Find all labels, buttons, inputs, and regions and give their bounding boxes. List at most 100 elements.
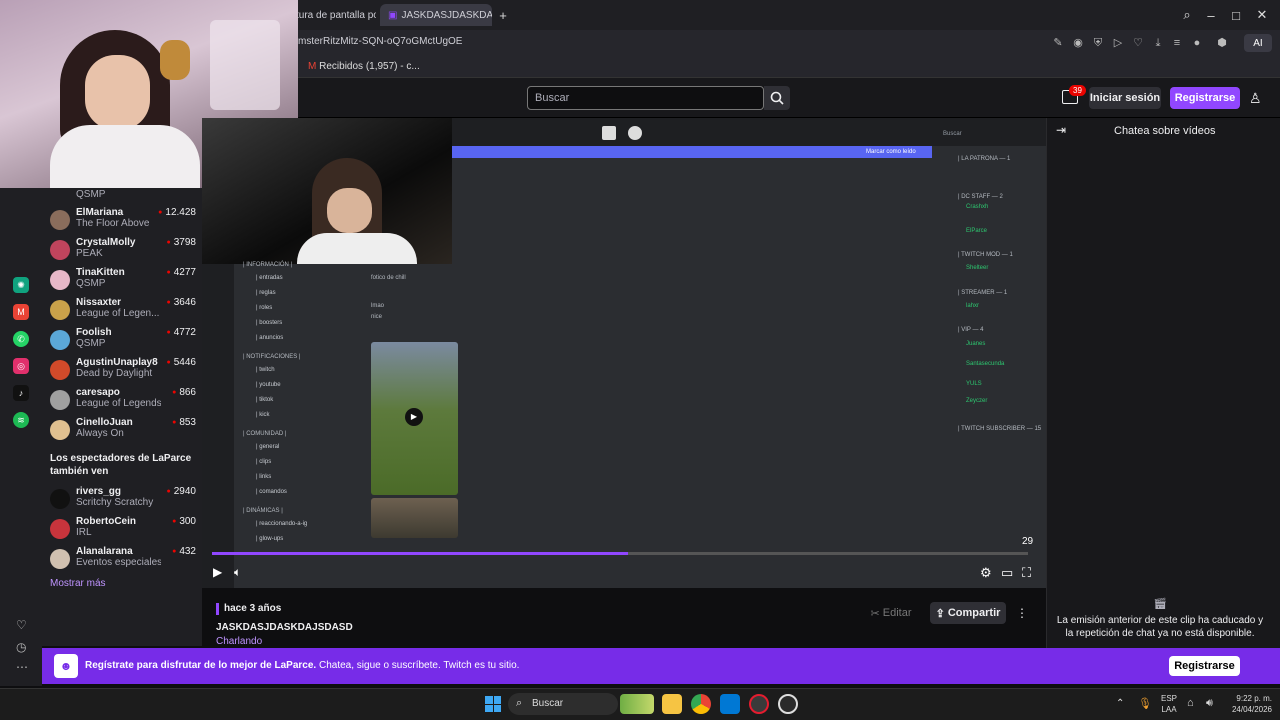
sidebar-channel[interactable]: rivers_gg Scritchy Scratchy 2940 — [50, 486, 198, 514]
taskbar-search[interactable]: Buscar — [508, 693, 618, 715]
discord-section: | COMUNIDAD | — [243, 431, 287, 437]
sidebar-channel[interactable]: TinaKitten QSMP 4277 — [50, 267, 198, 295]
avatar — [50, 210, 70, 230]
download-icon[interactable]: ⤓ — [1151, 36, 1165, 50]
discord-message: lmao — [371, 303, 385, 309]
volume-tray-icon[interactable]: 🔊︎ — [1206, 697, 1213, 710]
settings-icon[interactable]: ⚙ — [980, 565, 992, 581]
theatre-mode-icon[interactable]: ▭ — [1001, 565, 1013, 581]
discord-section: | NOTIFICACIONES | — [243, 354, 301, 360]
discord-member: | DC STAFF — 2 — [958, 194, 1003, 200]
language-indicator[interactable]: ESP LAA — [1161, 693, 1177, 715]
profile-icon[interactable]: ● — [1190, 36, 1204, 50]
play-icon[interactable]: ▷ — [1111, 36, 1125, 50]
more-icon[interactable]: ⋯ — [16, 660, 28, 674]
minimize-button[interactable]: – — [1202, 6, 1220, 24]
gmail-icon[interactable]: M — [13, 304, 29, 320]
viewer-count: 853 — [172, 417, 196, 428]
opera-icon[interactable] — [749, 694, 769, 714]
history-icon[interactable]: ◷ — [16, 640, 26, 654]
viewer-count: 4772 — [167, 327, 196, 338]
sidebar-channel[interactable]: Foolish QSMP 4772 — [50, 327, 198, 355]
channel-game: League of Legen... — [76, 308, 160, 319]
sidebar-channel[interactable]: AgustinUnaplay8 Dead by Daylight 5446 — [50, 357, 198, 385]
viewer-count: 3646 — [167, 297, 196, 308]
banner-register-button[interactable]: Registrarse — [1169, 656, 1240, 676]
lang-top: ESP — [1161, 694, 1178, 703]
channel-name: caresapo — [76, 387, 120, 398]
lang-bottom: LAA — [1161, 705, 1177, 714]
login-button[interactable]: Iniciar sesión — [1089, 87, 1161, 109]
discord-section: | DINÁMICAS | — [243, 508, 283, 514]
edit-button[interactable]: ✂ Editar — [862, 602, 920, 624]
chrome-icon[interactable] — [691, 694, 711, 714]
app-icon[interactable] — [778, 694, 798, 714]
viewer-count: 866 — [172, 387, 196, 398]
sidebar-channel[interactable]: CinelloJuan Always On 853 — [50, 417, 198, 445]
clip-time-ago: hace 3 años — [224, 603, 282, 614]
volume-icon[interactable]: 🔈︎ — [234, 565, 241, 580]
sidebar-channel[interactable]: RobertoCein IRL 300 — [50, 516, 198, 544]
whatsapp-icon[interactable]: ✆ — [13, 331, 29, 347]
instagram-icon[interactable]: ◎ — [13, 358, 29, 374]
sidebar-channel[interactable]: caresapo League of Legends 866 — [50, 387, 198, 415]
show-more-link[interactable]: Mostrar más — [50, 578, 106, 589]
spotify-icon[interactable]: ≋ — [13, 412, 29, 428]
clip-category-link[interactable]: Charlando — [216, 636, 262, 647]
channel-name: CinelloJuan — [76, 417, 133, 428]
browser-tab-active[interactable]: ▣JASKDASJDASKDASJDASD — [380, 4, 492, 26]
shield-icon[interactable]: ⛨ — [1091, 36, 1105, 50]
heart-icon[interactable]: ♡ — [16, 618, 27, 632]
url-field[interactable]: msterRitzMitz-SQN-oQ7oGMctUgOE — [298, 36, 462, 47]
windows-start-icon[interactable] — [483, 694, 503, 714]
ai-button[interactable]: AI — [1244, 34, 1272, 52]
more-options-icon[interactable]: ⋮ — [1016, 606, 1028, 620]
clip-accent — [216, 603, 219, 615]
sidebar-channel[interactable]: ElMariana The Floor Above 12.428 — [50, 207, 198, 235]
channel-game: Eventos especiales — [76, 557, 161, 568]
menu-icon[interactable]: ≡ — [1170, 36, 1184, 50]
share-button[interactable]: ⇪ Compartir — [930, 602, 1006, 624]
banner-rest: Chatea, sigue o suscríbete. Twitch es tu… — [316, 660, 520, 671]
play-button[interactable]: ▶ — [213, 565, 222, 579]
camera-icon[interactable]: ◉ — [1071, 36, 1085, 50]
bookmark-gmail[interactable]: M Recibidos (1,957) - c... — [308, 61, 420, 72]
extension-icon[interactable]: ⬢ — [1215, 36, 1229, 50]
search-tabs-icon[interactable]: ⌕ — [1178, 6, 1196, 24]
channel-name: RobertoCein — [76, 516, 136, 527]
fullscreen-icon[interactable]: ⛶ — [1022, 565, 1031, 581]
avatar — [50, 300, 70, 320]
sidebar-channel[interactable]: Alanalarana Eventos especiales 432 — [50, 546, 198, 574]
browser-tab[interactable]: tura de pantalla por L — [296, 4, 376, 26]
search-button[interactable] — [764, 86, 790, 110]
file-explorer-icon[interactable] — [662, 694, 682, 714]
network-icon[interactable]: ⌂ — [1187, 697, 1194, 709]
channel-game: The Floor Above — [76, 218, 150, 229]
maximize-button[interactable]: □ — [1227, 6, 1245, 24]
user-icon[interactable]: ♙ — [1249, 90, 1262, 107]
avatar — [50, 240, 70, 260]
search-input[interactable]: Buscar — [527, 86, 764, 110]
weather-widget[interactable] — [620, 694, 654, 714]
discord-channel: | links — [256, 474, 272, 480]
close-window-button[interactable]: ✕ — [1253, 6, 1271, 24]
edit-icon[interactable]: ✎ — [1051, 36, 1065, 50]
tray-expand-icon[interactable]: ⌃ — [1116, 698, 1124, 709]
heart-icon[interactable]: ♡ — [1131, 36, 1145, 50]
avatar — [50, 390, 70, 410]
clock[interactable]: 9:22 p. m. 24/04/2026 — [1228, 693, 1272, 715]
search-icon — [770, 91, 784, 105]
new-tab-button[interactable]: + — [494, 6, 512, 24]
chat-header: Chatea sobre vídeos — [1114, 125, 1216, 137]
sidebar-channel[interactable]: CrystalMolly PEAK 3798 — [50, 237, 198, 265]
collapse-chat-icon[interactable]: ⇥ — [1056, 123, 1066, 137]
sidebar-channel[interactable]: Nissaxter League of Legen... 3646 — [50, 297, 198, 325]
tiktok-icon[interactable]: ♪ — [13, 385, 29, 401]
discord-channel: | entradas — [256, 275, 283, 281]
register-button[interactable]: Registrarse — [1170, 87, 1240, 109]
microphone-icon[interactable]: 🎙︎ — [1138, 697, 1152, 710]
chatgpt-icon[interactable]: ✺ — [13, 277, 29, 293]
discord-member: ElParce — [966, 228, 988, 234]
calculator-icon[interactable] — [720, 694, 740, 714]
discord-member: YULS — [966, 381, 982, 387]
